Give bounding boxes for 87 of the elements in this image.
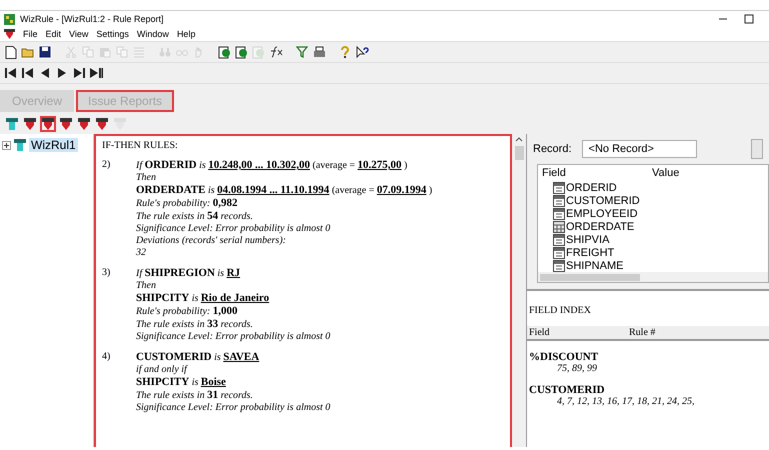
rule-line: Deviations (records' serial numbers):: [136, 235, 287, 247]
field-name[interactable]: ORDERDATE: [566, 220, 634, 232]
text-field-icon: [553, 246, 565, 258]
rule-line: The rule exists in 31 records.: [136, 389, 254, 402]
report-icon: [78, 118, 90, 130]
column-header: Rule #: [629, 327, 656, 338]
report-icon: [4, 29, 15, 39]
record-label: Record:: [533, 143, 572, 155]
rule-line: if and only if: [136, 364, 189, 376]
report-tool-button[interactable]: [4, 116, 20, 132]
rule-number: 2): [102, 159, 112, 172]
field-name[interactable]: CUSTOMERID: [566, 194, 640, 206]
text-field-icon: [553, 194, 565, 206]
report-tool-button[interactable]: [40, 116, 56, 132]
printer-icon[interactable]: [312, 46, 326, 58]
rule-line: Significance Level: Error probability is almost 0: [136, 223, 332, 235]
rule-line: Then: [136, 280, 157, 292]
index-field: CUSTOMERID: [527, 374, 769, 396]
report-icon: [42, 118, 54, 130]
text-field-icon: [553, 234, 565, 246]
expand-icon[interactable]: [2, 140, 11, 150]
text-field-icon: [553, 182, 565, 194]
rule-line: The rule exists in 33 records.: [136, 318, 254, 331]
navigation-arrow-icon[interactable]: [21, 66, 35, 80]
field-name[interactable]: EMPLOYEEID: [566, 208, 638, 220]
navigation-arrow-icon[interactable]: [89, 66, 103, 80]
navigation-arrow-icon[interactable]: [72, 66, 86, 80]
field-name[interactable]: SHIPVIA: [566, 234, 610, 246]
function-icon[interactable]: [269, 46, 283, 58]
folder-icon[interactable]: [21, 46, 35, 58]
menu-item[interactable]: File: [23, 29, 38, 39]
report-icon: [24, 118, 36, 130]
rule-line: CUSTOMERID is SAVEA: [136, 351, 260, 364]
new-file-icon[interactable]: [5, 46, 17, 58]
report-heading: IF-THEN RULES:: [102, 140, 179, 151]
report-icon: [96, 118, 108, 130]
rule-line: SHIPCITY is Boise: [136, 376, 227, 389]
report-tool-button[interactable]: [94, 116, 110, 132]
rule-line: Significance Level: Error probability is almost 0: [136, 402, 330, 414]
tree-view-icon: [6, 118, 18, 130]
text-field-icon: [553, 260, 565, 272]
maximize-icon[interactable]: [744, 14, 754, 24]
horizontal-scrollbar[interactable]: [538, 272, 768, 282]
pointer-help-icon[interactable]: [356, 46, 368, 58]
app-logo-icon: [4, 14, 15, 24]
index-rules: 4, 7, 12, 13, 16, 17, 18, 21, 24, 25,: [556, 396, 696, 407]
rule-line: Then: [136, 172, 157, 184]
rule-line: ORDERDATE is 04.08.1994 ... 11.10.1994 (average = 07.09.1994 ): [136, 184, 432, 197]
report-tool-button[interactable]: [76, 116, 92, 132]
rule-line: If ORDERID is 10.248,00 ... 10.302,00 (average = 10.275,00 ): [136, 159, 408, 172]
index-title: FIELD INDEX: [528, 305, 592, 318]
record-field[interactable]: <No Record>: [582, 140, 697, 158]
question-mark-icon[interactable]: [340, 46, 350, 58]
rule-line: SHIPCITY is Rio de Janeiro: [136, 292, 270, 305]
index-rules: 75, 89, 99: [556, 363, 598, 374]
menu-item[interactable]: View: [69, 29, 88, 39]
calendar-icon: [553, 220, 565, 232]
navigation-arrow-icon[interactable]: [4, 66, 18, 80]
column-header: Field: [529, 327, 551, 338]
column-header: Value: [652, 167, 680, 179]
tree-view-icon: [14, 139, 26, 151]
menu-item[interactable]: Window: [136, 29, 169, 39]
scrollbar-thumb[interactable]: [514, 146, 524, 160]
rule-number: 3): [102, 267, 112, 280]
menu-item[interactable]: Edit: [46, 29, 62, 39]
scroll-up-icon[interactable]: [515, 136, 523, 142]
rule-line: Rule's probability: 1,000: [136, 305, 239, 318]
report-tool-button[interactable]: [22, 116, 38, 132]
field-name[interactable]: SHIPNAME: [566, 260, 624, 272]
field-name[interactable]: ORDERID: [566, 182, 617, 194]
rule-number: 4): [102, 351, 112, 364]
filter-icon[interactable]: [296, 46, 308, 58]
field-name[interactable]: FREIGHT: [566, 246, 614, 258]
rule-line: Significance Level: Error probability is almost 0: [136, 331, 330, 343]
rule-line: 32: [136, 247, 147, 259]
window-title: WizRule - [WizRul1:2 - Rule Report]: [20, 14, 165, 24]
text-field-icon: [553, 208, 565, 220]
report-tool-button[interactable]: [58, 116, 74, 132]
rule-line: The rule exists in 54 records.: [136, 210, 254, 223]
menu-item[interactable]: Settings: [96, 29, 129, 39]
column-header: Field: [542, 167, 567, 179]
index-field: %DISCOUNT: [527, 341, 769, 363]
rule-line: If SHIPREGION is RJ: [136, 267, 242, 280]
tree-item[interactable]: WizRul1: [29, 138, 78, 152]
menu-item[interactable]: Help: [176, 29, 196, 39]
report-icon: [60, 118, 72, 130]
rule-line: Rule's probability: 0,982: [136, 197, 239, 210]
